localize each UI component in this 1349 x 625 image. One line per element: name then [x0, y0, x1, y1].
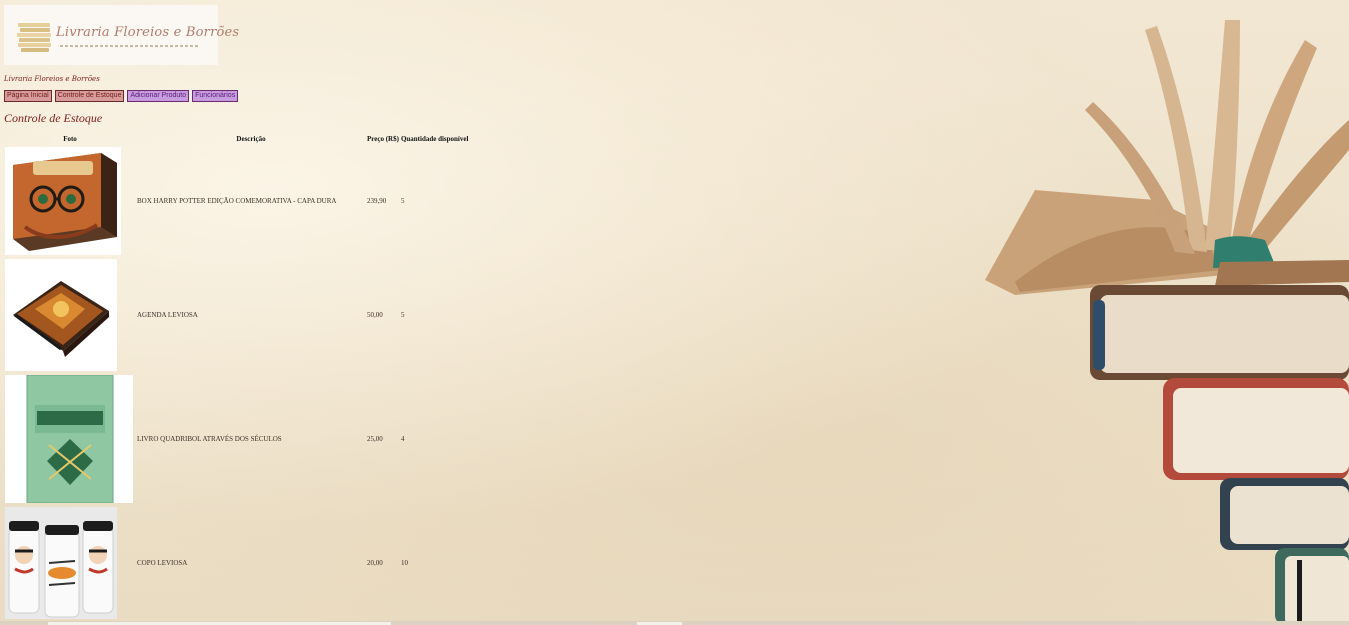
- product-photo-cell: [4, 145, 136, 257]
- store-name: Livraria Floreios e Borrões: [4, 75, 100, 83]
- table-header-row: Foto Descrição Preço (R$) Quantidade dis…: [4, 135, 469, 145]
- harry-potter-box-image: [5, 147, 121, 255]
- table-row: AGENDA LEVIOSA 50,00 5: [4, 257, 469, 373]
- product-quantity: 4: [400, 435, 405, 443]
- product-price: 25,00: [367, 435, 383, 443]
- nav-stock-control-link[interactable]: Controle de Estoque: [54, 90, 125, 102]
- header-quantity: Quantidade disponível: [400, 135, 469, 143]
- logo-books-icon: [17, 23, 51, 52]
- product-photo-cell: [4, 505, 136, 621]
- store-logo[interactable]: Livraria Floreios e Borrões: [4, 5, 239, 65]
- page-title: Controle de Estoque: [4, 111, 103, 125]
- bottom-strip: [0, 621, 1349, 625]
- product-price: 50,00: [367, 311, 383, 319]
- header-description: Descrição: [236, 135, 266, 143]
- nav-employees-link[interactable]: Funcionários: [192, 90, 239, 102]
- table-row: LIVRO QUADRIBOL ATRAVÉS DOS SÉCULOS 25,0…: [4, 373, 469, 505]
- main-nav: Página Inicial Controle de Estoque Adici…: [4, 90, 1345, 102]
- product-description: LIVRO QUADRIBOL ATRAVÉS DOS SÉCULOS: [137, 435, 282, 443]
- product-description: AGENDA LEVIOSA: [137, 311, 198, 319]
- quadribol-book-image: [5, 375, 133, 503]
- product-quantity: 10: [400, 559, 408, 567]
- product-photo-cell: [4, 373, 136, 505]
- header-price: Preço (R$): [367, 135, 399, 143]
- nav-add-product-link[interactable]: Adicionar Produto: [127, 90, 190, 102]
- product-photo-cell: [4, 257, 136, 373]
- logo-tagline-decoration: [60, 45, 200, 47]
- cups-image: [5, 507, 117, 619]
- header-photo: Foto: [63, 135, 77, 143]
- stock-table: Foto Descrição Preço (R$) Quantidade dis…: [4, 135, 469, 621]
- product-quantity: 5: [400, 311, 405, 319]
- table-row: BOX HARRY POTTER EDIÇÃO COMEMORATIVA - C…: [4, 145, 469, 257]
- agenda-image: [5, 259, 117, 371]
- product-description: COPO LEVIOSA: [137, 559, 188, 567]
- product-price: 239,90: [367, 197, 387, 205]
- product-quantity: 5: [400, 197, 405, 205]
- table-row: COPO LEVIOSA 20,00 10: [4, 505, 469, 621]
- nav-home-link[interactable]: Página Inicial: [4, 90, 52, 102]
- product-description: BOX HARRY POTTER EDIÇÃO COMEMORATIVA - C…: [137, 197, 337, 205]
- product-price: 20,00: [367, 559, 383, 567]
- logo-title: Livraria Floreios e Borrões: [56, 25, 240, 40]
